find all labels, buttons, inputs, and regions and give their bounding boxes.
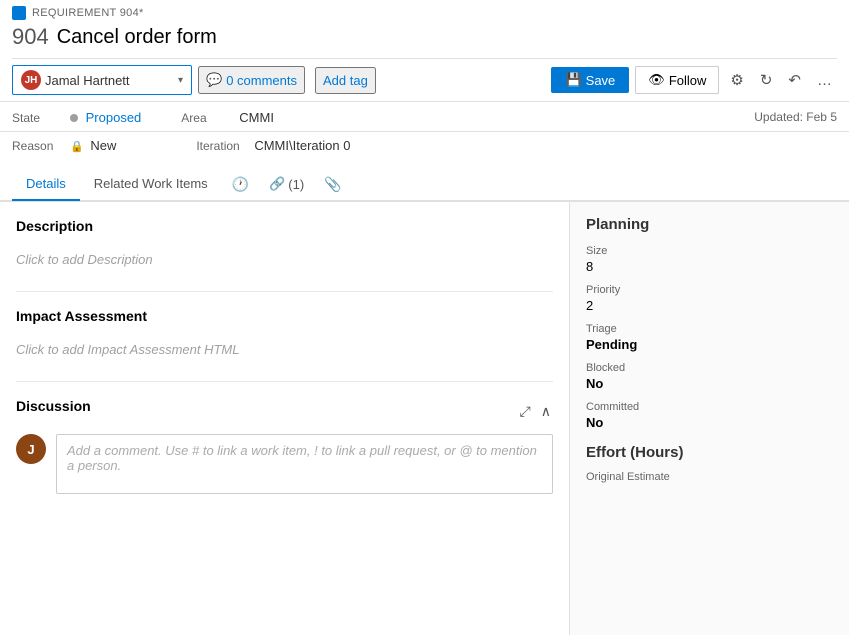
reason-value: New (90, 138, 116, 153)
original-estimate-label: Original Estimate (586, 471, 833, 483)
description-title: Description (16, 218, 553, 234)
avatar: JH (21, 70, 41, 90)
user-avatar: J (16, 434, 46, 464)
blocked-label: Blocked (586, 362, 833, 374)
history-tab-button[interactable]: 🕐 (222, 170, 259, 199)
settings-button[interactable]: ⚙ (725, 66, 748, 94)
effort-title: Effort (Hours) (586, 444, 833, 461)
link-icon: 🔗 (269, 176, 285, 192)
triage-label: Triage (586, 323, 833, 335)
tab-details[interactable]: Details (12, 168, 80, 201)
updated-text: Updated: Feb 5 (754, 110, 837, 124)
expand-discussion-button[interactable]: ⤢ (518, 401, 533, 422)
right-panel: Planning Size 8 Priority 2 Triage Pendin… (569, 202, 849, 635)
committed-value: No (586, 415, 833, 430)
blocked-field: Blocked No (586, 362, 833, 391)
state-dot (70, 114, 78, 122)
comment-input[interactable]: Add a comment. Use # to link a work item… (56, 434, 553, 494)
area-value: CMMI (239, 110, 274, 125)
comments-count: 0 comments (226, 73, 297, 88)
follow-label: Follow (669, 73, 707, 88)
lock-icon: 🔒 (70, 141, 84, 153)
impact-section: Impact Assessment Click to add Impact As… (16, 308, 553, 365)
priority-value: 2 (586, 298, 833, 313)
assigned-to-dropdown[interactable]: JH Jamal Hartnett ▾ (12, 65, 192, 95)
chevron-down-icon: ▾ (178, 75, 183, 86)
state-value: Proposed (86, 110, 142, 125)
refresh-button[interactable]: ↻ (755, 66, 778, 94)
eye-icon: 👁 (648, 72, 665, 88)
breadcrumb: REQUIREMENT 904* (32, 7, 144, 19)
add-tag-button[interactable]: Add tag (315, 67, 376, 94)
impact-title: Impact Assessment (16, 308, 553, 324)
priority-label: Priority (586, 284, 833, 296)
original-estimate-field: Original Estimate (586, 471, 833, 483)
blocked-value: No (586, 376, 833, 391)
attachments-tab-button[interactable]: 📎 (314, 170, 351, 199)
priority-field: Priority 2 (586, 284, 833, 313)
committed-field: Committed No (586, 401, 833, 430)
reason-label: Reason (12, 139, 62, 153)
size-value: 8 (586, 259, 833, 274)
comment-icon: 💬 (206, 72, 222, 88)
save-icon: 💾 (565, 72, 581, 88)
main-panel: Description Click to add Description Imp… (0, 202, 569, 635)
size-field: Size 8 (586, 245, 833, 274)
description-section: Description Click to add Description (16, 218, 553, 275)
save-button[interactable]: 💾 Save (551, 67, 629, 93)
work-item-id: 904 (12, 24, 49, 50)
iteration-label: Iteration (196, 139, 246, 153)
tab-related-work-items[interactable]: Related Work Items (80, 168, 222, 201)
undo-button[interactable]: ↶ (783, 66, 806, 94)
work-item-title: Cancel order form (57, 26, 217, 49)
work-item-type-icon (12, 6, 26, 20)
save-label: Save (586, 73, 616, 88)
committed-label: Committed (586, 401, 833, 413)
size-label: Size (586, 245, 833, 257)
assigned-to-name: Jamal Hartnett (45, 73, 174, 88)
planning-title: Planning (586, 216, 833, 233)
triage-field: Triage Pending (586, 323, 833, 352)
collapse-discussion-button[interactable]: ∧ (539, 401, 553, 422)
state-label: State (12, 111, 62, 125)
more-options-button[interactable]: … (812, 67, 837, 94)
discussion-section: Discussion ⤢ ∧ J Add a comment. Use # to… (16, 398, 553, 494)
comments-button[interactable]: 💬 0 comments (198, 66, 305, 94)
follow-button[interactable]: 👁 Follow (635, 66, 719, 94)
impact-input[interactable]: Click to add Impact Assessment HTML (16, 334, 553, 365)
links-tab-button[interactable]: 🔗 (1) (259, 170, 314, 198)
discussion-title: Discussion (16, 398, 91, 414)
iteration-value: CMMI\Iteration 0 (254, 138, 350, 153)
area-label: Area (181, 111, 231, 125)
triage-value: Pending (586, 337, 833, 352)
description-input[interactable]: Click to add Description (16, 244, 553, 275)
